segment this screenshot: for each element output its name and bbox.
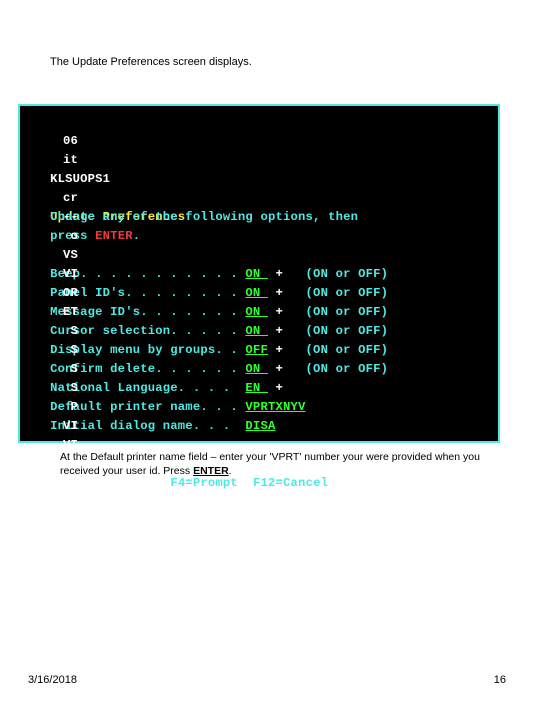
left-fragment: S bbox=[50, 341, 78, 360]
option-value[interactable]: DISA bbox=[245, 419, 275, 433]
left-fragment: VS bbox=[50, 246, 78, 265]
fnkey-f4: F4=Prompt bbox=[170, 476, 238, 490]
instruction-paragraph: At the Default printer name field – ente… bbox=[60, 450, 504, 478]
intro-text: The Update Preferences screen displays. bbox=[50, 56, 252, 68]
option-value[interactable]: ON bbox=[245, 305, 268, 319]
plus-indicator: + bbox=[275, 324, 283, 338]
enter-keyword: ENTER bbox=[95, 229, 133, 243]
plus-indicator: + bbox=[275, 267, 283, 281]
option-value[interactable]: ON bbox=[245, 267, 268, 281]
plus-indicator: + bbox=[275, 286, 283, 300]
left-fragment: it bbox=[50, 151, 78, 170]
option-hint: (ON or OFF) bbox=[306, 267, 389, 281]
plus-indicator: + bbox=[275, 381, 283, 395]
option-value[interactable]: ON bbox=[245, 286, 268, 300]
fnkey-enter: Enter bbox=[50, 476, 88, 490]
option-value[interactable]: ON bbox=[245, 362, 268, 376]
option-hint: (ON or OFF) bbox=[306, 362, 389, 376]
left-fragment: VI bbox=[50, 265, 78, 284]
left-fragment: -- bbox=[50, 208, 78, 227]
left-fragment: cr bbox=[50, 189, 78, 208]
terminal-screen: 06 KLSUOPS1 Update Preferences it Change… bbox=[18, 104, 500, 443]
option-value[interactable]: ON bbox=[245, 324, 268, 338]
option-value[interactable]: EN bbox=[245, 381, 268, 395]
left-fragment: S bbox=[50, 360, 78, 379]
plus-indicator: + bbox=[275, 305, 283, 319]
left-fragment: S bbox=[50, 379, 78, 398]
option-value[interactable]: OFF bbox=[245, 343, 268, 357]
left-fragment: 06 bbox=[50, 132, 78, 151]
option-hint: (ON or OFF) bbox=[306, 343, 389, 357]
option-hint: (ON or OFF) bbox=[306, 305, 389, 319]
left-fragment: ET bbox=[50, 303, 78, 322]
option-label: Initial dialog name. . . bbox=[50, 419, 245, 433]
left-fragment: S bbox=[50, 322, 78, 341]
plus-indicator: + bbox=[275, 362, 283, 376]
footer-page-number: 16 bbox=[494, 674, 506, 686]
plus-indicator: + bbox=[275, 343, 283, 357]
option-value[interactable]: VPRTXNYV bbox=[245, 400, 305, 414]
left-fragment: OR bbox=[50, 284, 78, 303]
option-hint: (ON or OFF) bbox=[306, 286, 389, 300]
fnkey-f1: F1=Help bbox=[103, 476, 156, 490]
instruction-line: Change any of the following options, the… bbox=[50, 210, 358, 224]
footer-date: 3/16/2018 bbox=[28, 674, 77, 686]
fnkey-f12: F12=Cancel bbox=[253, 476, 328, 490]
option-hint: (ON or OFF) bbox=[306, 324, 389, 338]
left-fragment: o bbox=[50, 227, 78, 246]
left-fragment: P bbox=[50, 398, 78, 417]
left-fragment: VI bbox=[50, 417, 78, 436]
